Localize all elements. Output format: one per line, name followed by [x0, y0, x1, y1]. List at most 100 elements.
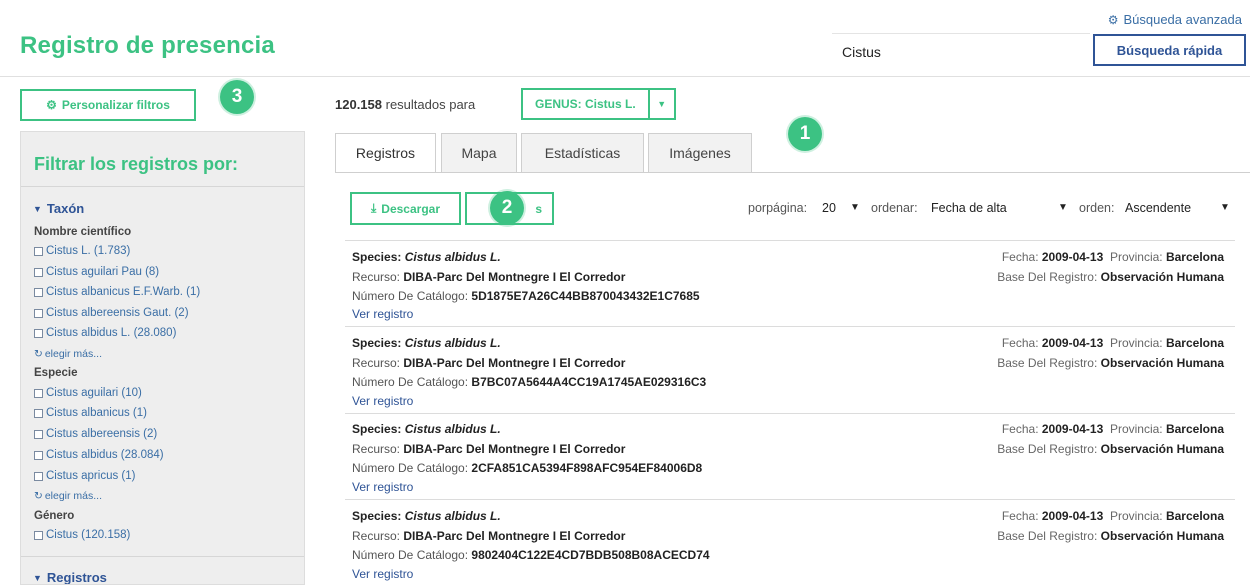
checkbox-icon: [34, 308, 43, 318]
facet-sci-name[interactable]: Cistus albidus L. (28.080): [34, 327, 176, 339]
species-key: Species:: [352, 336, 402, 350]
record-species: Cistus albidus L.: [404, 422, 501, 436]
record-catalog: 2CFA851CA5394F898AFC954EF84006D8: [471, 461, 703, 475]
facet-label: Cistus (120.158): [46, 529, 131, 541]
download-icon: ⤓: [370, 201, 377, 215]
facet-species[interactable]: Cistus apricus (1): [34, 470, 135, 482]
gear-icon: ⚙: [46, 98, 57, 112]
caret-down-icon: ▼: [850, 202, 860, 213]
record-resource: DIBA-Parc Del Montnegre I El Corredor: [403, 529, 626, 543]
search-input[interactable]: [832, 33, 1090, 67]
record-catalog: B7BC07A5644A4CC19A1745AE029316C3: [471, 375, 707, 389]
caret-down-icon: ▼: [33, 203, 42, 214]
facet-label: Cistus apricus (1): [46, 470, 136, 482]
view-record-link[interactable]: Ver registro: [352, 394, 413, 408]
facet-sci-name[interactable]: Cistus albereensis Gaut. (2): [34, 307, 189, 319]
checkbox-icon: [34, 450, 43, 460]
group-species: Especie: [34, 367, 78, 379]
checkbox-icon: [34, 246, 43, 256]
facet-label: Cistus aguilari Pau (8): [46, 266, 160, 278]
choose-more-species[interactable]: ↻ elegir más...: [34, 490, 102, 502]
record-divider: [345, 413, 1235, 414]
choose-more-sci-names[interactable]: ↻ elegir más...: [34, 348, 102, 360]
facet-label: Cistus L. (1.783): [46, 245, 131, 257]
province-key: Provincia:: [1109, 336, 1163, 350]
record-basis: Observación Humana: [1100, 270, 1224, 284]
section-records[interactable]: ▼ Registros: [33, 570, 107, 584]
record-date: 2009-04-13: [1041, 422, 1104, 436]
facet-label: Cistus albanicus E.F.Warb. (1): [46, 286, 201, 298]
facet-label: Cistus albidus L. (28.080): [46, 327, 177, 339]
sidebar-divider: [21, 186, 304, 187]
quick-search-button[interactable]: Búsqueda rápida: [1093, 34, 1246, 66]
genus-filter-tag: GENUS: Cistus L. ▼: [521, 88, 676, 120]
order-select[interactable]: Ascendente: [1125, 201, 1191, 215]
basis-key: Base Del Registro:: [997, 442, 1098, 456]
catalog-key: Número De Catálogo:: [352, 461, 469, 475]
advanced-search-link[interactable]: ⚙ Búsqueda avanzada: [1108, 12, 1242, 27]
customize-filters-button[interactable]: ⚙ Personalizar filtros: [20, 89, 196, 121]
record-province: Barcelona: [1165, 422, 1224, 436]
catalog-key: Número De Catálogo:: [352, 375, 469, 389]
resource-key: Recurso:: [352, 356, 401, 370]
facet-label: Cistus albereensis (2): [46, 428, 158, 440]
facet-label: Cistus albidus (28.084): [46, 449, 164, 461]
record-resource: DIBA-Parc Del Montnegre I El Corredor: [403, 270, 626, 284]
gears-icon: ⚙: [1107, 12, 1119, 27]
sort-select[interactable]: Fecha de alta: [931, 201, 1007, 215]
sort-label: ordenar:: [871, 201, 918, 215]
species-key: Species:: [352, 509, 402, 523]
facet-sci-name[interactable]: Cistus aguilari Pau (8): [34, 266, 159, 278]
facet-genus[interactable]: Cistus (120.158): [34, 529, 130, 541]
tab-registros[interactable]: Registros: [335, 133, 436, 173]
catalog-key: Número De Catálogo:: [352, 289, 469, 303]
record-catalog: 5D1875E7A26C44BB870043432E1C7685: [471, 289, 700, 303]
alerts-label: s: [535, 201, 542, 216]
refresh-icon: ↻: [34, 348, 43, 360]
record-province: Barcelona: [1165, 336, 1224, 350]
record-divider: [345, 326, 1235, 327]
page-title: Registro de presencia: [20, 32, 275, 59]
province-key: Provincia:: [1109, 422, 1163, 436]
results-summary: 120.158 resultados para: [335, 97, 475, 112]
facet-species[interactable]: Cistus aguilari (10): [34, 387, 142, 399]
basis-key: Base Del Registro:: [997, 270, 1098, 284]
facet-label: Cistus albereensis Gaut. (2): [46, 307, 189, 319]
facet-sci-name[interactable]: Cistus L. (1.783): [34, 245, 130, 257]
genus-filter-button[interactable]: GENUS: Cistus L.: [521, 88, 650, 120]
facet-label: Cistus aguilari (10): [46, 387, 142, 399]
advanced-search-label: Búsqueda avanzada: [1123, 12, 1242, 27]
group-scientific-name: Nombre científico: [34, 226, 132, 238]
facet-species[interactable]: Cistus albereensis (2): [34, 428, 157, 440]
facet-label: Cistus albanicus (1): [46, 407, 147, 419]
view-record-link[interactable]: Ver registro: [352, 480, 413, 494]
facet-species[interactable]: Cistus albidus (28.084): [34, 449, 164, 461]
tab-estadisticas[interactable]: Estadísticas: [521, 133, 644, 173]
marker-2: 2: [490, 191, 524, 225]
facet-species[interactable]: Cistus albanicus (1): [34, 407, 147, 419]
basis-key: Base Del Registro:: [997, 529, 1098, 543]
resource-key: Recurso:: [352, 442, 401, 456]
facet-sci-name[interactable]: Cistus albanicus E.F.Warb. (1): [34, 286, 200, 298]
caret-down-icon: ▼: [1220, 202, 1230, 213]
checkbox-icon: [34, 388, 43, 398]
view-record-link[interactable]: Ver registro: [352, 307, 413, 321]
basis-key: Base Del Registro:: [997, 356, 1098, 370]
sidebar-divider: [21, 556, 304, 557]
tabs-baseline: [335, 172, 1250, 173]
tab-mapa[interactable]: Mapa: [441, 133, 517, 173]
record-basis: Observación Humana: [1100, 356, 1224, 370]
checkbox-icon: [34, 328, 43, 338]
view-record-link[interactable]: Ver registro: [352, 567, 413, 581]
section-taxon[interactable]: ▼ Taxón: [33, 201, 84, 216]
marker-3: 3: [220, 80, 254, 114]
filter-sidebar: Filtrar los registros por: ▼ Taxón Nombr…: [20, 131, 305, 585]
checkbox-icon: [34, 530, 43, 540]
download-button[interactable]: ⤓ Descargar: [350, 192, 461, 225]
record-province: Barcelona: [1165, 250, 1224, 264]
per-page-select[interactable]: 20: [822, 201, 836, 215]
tab-imagenes[interactable]: Imágenes: [648, 133, 752, 173]
province-key: Provincia:: [1109, 250, 1163, 264]
catalog-key: Número De Catálogo:: [352, 548, 469, 562]
genus-dropdown-toggle[interactable]: ▼: [649, 88, 676, 120]
